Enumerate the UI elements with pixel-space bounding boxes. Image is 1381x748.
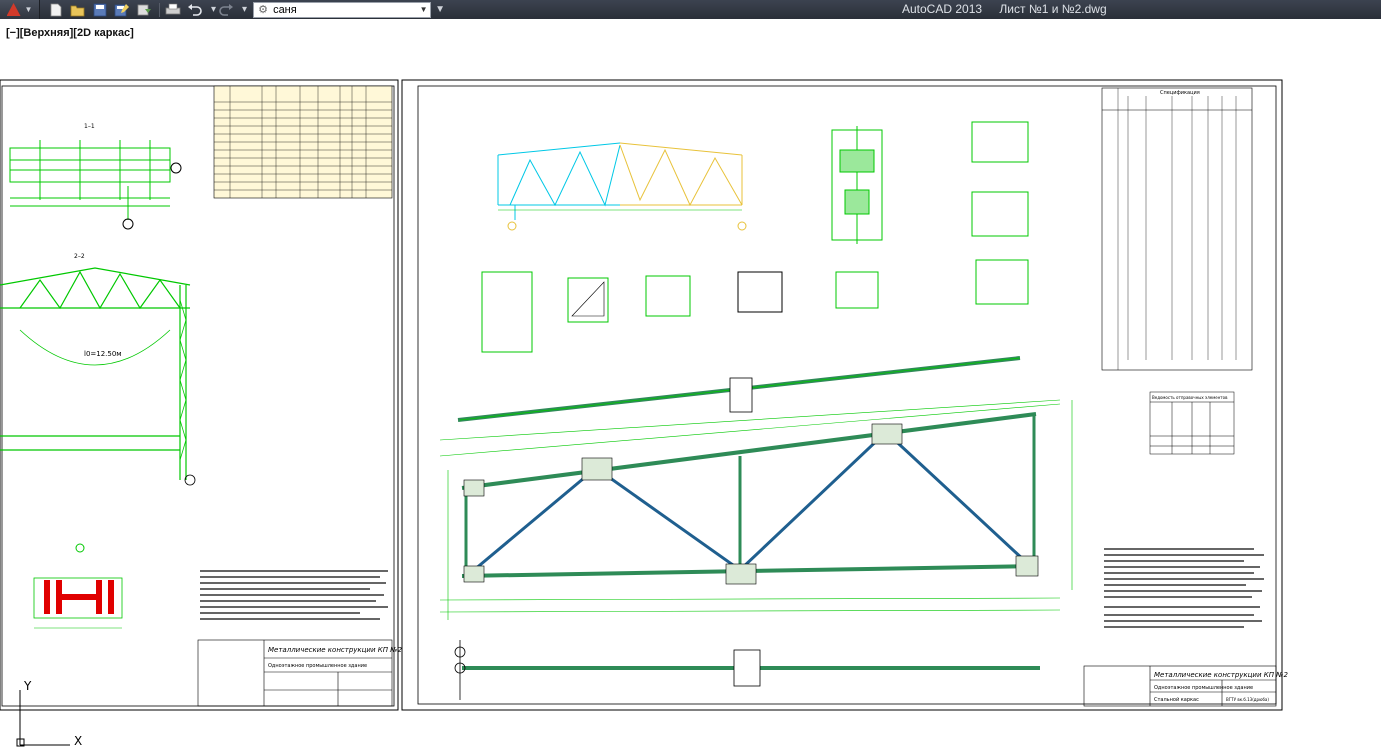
left-notes xyxy=(200,570,388,620)
open-icon xyxy=(70,5,85,16)
ucs-x-label: X xyxy=(74,734,82,748)
new-icon xyxy=(50,3,62,16)
title-bar: ▼ ▾ ▾ ⚙ саня ▼ ▼ AutoCAD 2013 Лист №1 и … xyxy=(0,0,1381,19)
left-sheet-subtitle: Одноэтажное промышленное здание xyxy=(268,663,367,669)
section-2-2-label: 2–2 xyxy=(74,253,85,260)
sending-table-title: Ведомость отправочных элементов xyxy=(1152,395,1228,400)
redo-icon xyxy=(219,3,234,16)
window-title: AutoCAD 2013 Лист №1 и №2.dwg xyxy=(902,2,1121,16)
save-as-icon xyxy=(114,3,129,16)
chevron-down-icon: ▼ xyxy=(419,5,428,14)
gear-icon: ⚙ xyxy=(258,4,268,16)
right-spec-table xyxy=(1101,87,1253,371)
left-sheet-title: Металлические конструкции КП №2 xyxy=(268,646,402,654)
span-label: l0=12.50м xyxy=(84,350,122,358)
section-1-1-label: 1–1 xyxy=(84,123,95,130)
open-button[interactable] xyxy=(68,1,88,18)
right-drawing-label: Стальной каркас xyxy=(1154,696,1199,703)
undo-button[interactable] xyxy=(185,1,205,18)
viewport-controls-label[interactable]: [−][Верхняя][2D каркас] xyxy=(6,27,134,39)
save-as-button[interactable] xyxy=(112,1,132,18)
ucs-y-label: Y xyxy=(23,679,32,693)
drawing-canvas[interactable]: 1–1 2–2 l0=12.50м Металлические конструк… xyxy=(0,19,1381,748)
publish-icon xyxy=(137,4,151,15)
plot-button[interactable] xyxy=(163,1,183,18)
chevron-down-icon: ▼ xyxy=(24,5,33,14)
right-sheet-subtitle: Одноэтажное промышленное здание xyxy=(1154,685,1253,691)
right-sheet-code: ВГТУ вк.б.13(дрюба) xyxy=(1226,697,1269,702)
undo-icon xyxy=(188,3,202,16)
new-button[interactable] xyxy=(46,1,66,18)
drawing-svg: 1–1 2–2 l0=12.50м Металлические конструк… xyxy=(0,79,1288,748)
customize-toolbar-icon[interactable]: ▼ xyxy=(435,4,445,15)
redo-dropdown-icon[interactable]: ▾ xyxy=(242,4,247,15)
toolbar-separator xyxy=(159,2,160,17)
viewport-controls[interactable]: [−][Верхняя][2D каркас] xyxy=(6,27,134,39)
sending-elements-table xyxy=(1149,391,1235,455)
redo-button[interactable] xyxy=(216,1,236,18)
workspace-select[interactable]: ⚙ саня ▼ xyxy=(253,1,432,18)
file-name: Лист №1 и №2.dwg xyxy=(999,2,1107,16)
publish-button[interactable] xyxy=(134,1,154,18)
right-sheet-title: Металлические конструкции КП №2 xyxy=(1154,671,1288,679)
workspace-value: саня xyxy=(273,3,297,16)
save-button[interactable] xyxy=(90,1,110,18)
application-menu-button[interactable]: ▼ xyxy=(0,0,40,19)
save-icon xyxy=(93,3,107,16)
app-name: AutoCAD 2013 xyxy=(902,2,983,16)
plot-icon xyxy=(165,3,181,14)
spec-table-title: Спецификация xyxy=(1160,90,1200,96)
quick-access-toolbar: ▾ ▾ ⚙ саня ▼ ▼ xyxy=(40,0,445,19)
autocad-logo-icon xyxy=(6,3,21,16)
